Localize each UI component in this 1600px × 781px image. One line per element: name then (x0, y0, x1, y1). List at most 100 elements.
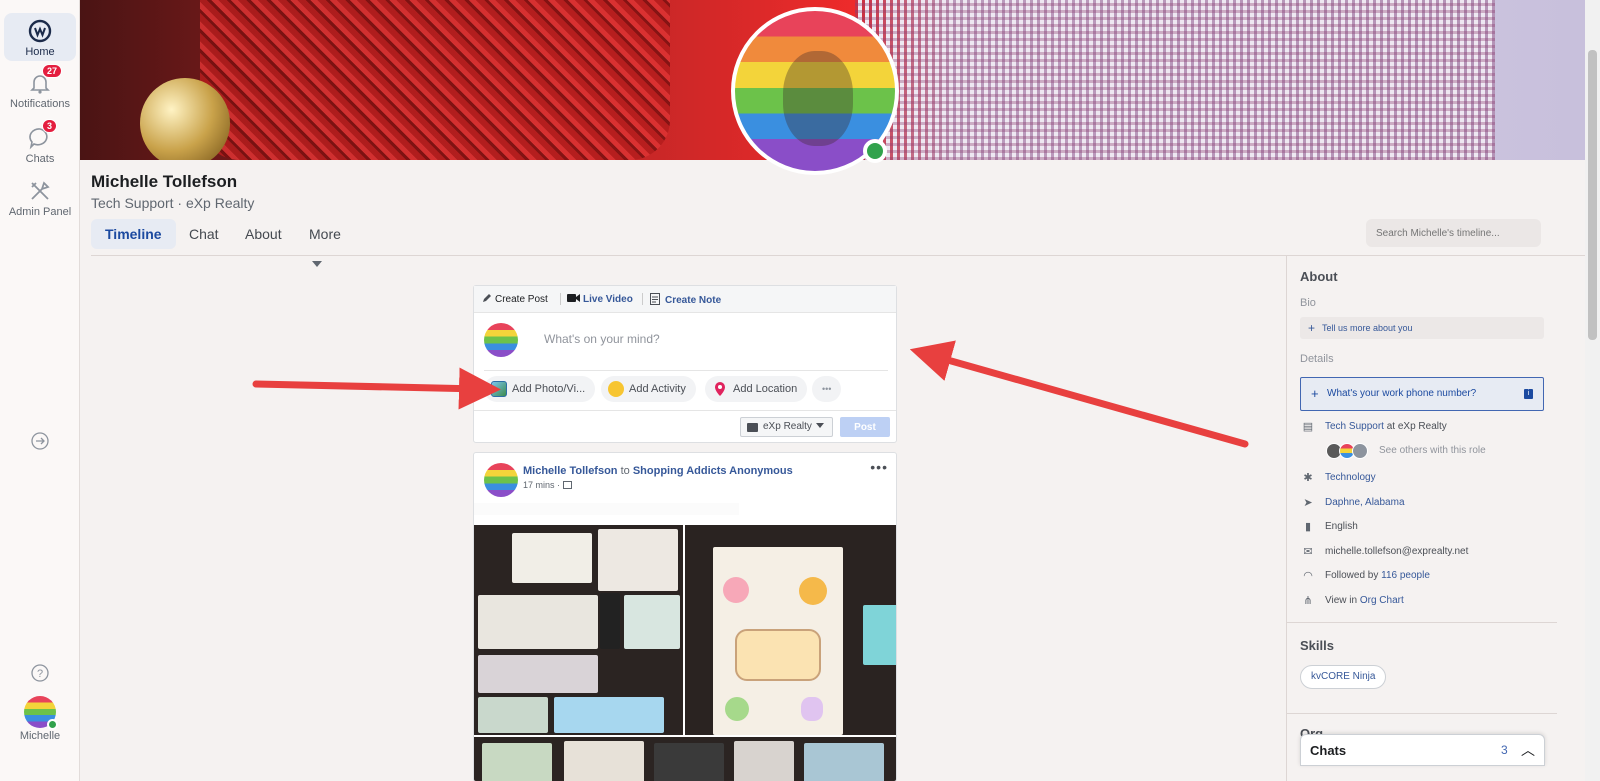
arrow-to-composer (909, 340, 1249, 448)
chats-dock[interactable]: Chats 3 ︿ (1300, 734, 1545, 766)
post-button[interactable]: Post (840, 417, 890, 437)
bell-icon: 27 (27, 64, 63, 96)
create-post-tab[interactable]: Create Post (482, 293, 548, 305)
followers-link[interactable]: 116 people (1381, 570, 1430, 581)
rail-admin-label: Admin Panel (8, 206, 72, 218)
rail-chats[interactable]: 3 Chats (4, 119, 76, 165)
tab-more[interactable]: More (295, 219, 355, 267)
rail-notifications[interactable]: 27 Notifications (4, 64, 76, 110)
caret-down-icon (815, 423, 824, 428)
feed-post: Michelle Tollefson to Shopping Addicts A… (473, 452, 897, 781)
page-scrollbar[interactable] (1585, 0, 1600, 781)
sticker-art (723, 577, 749, 603)
sticker-sheet (512, 533, 592, 583)
post-author-avatar[interactable] (484, 463, 518, 497)
post-photo[interactable] (685, 525, 896, 735)
cover-child-figure (200, 0, 670, 160)
briefcase-icon: ▤ (1302, 421, 1314, 433)
post-composer: Create Post Live Video Create Note What'… (473, 285, 897, 443)
tab-chat[interactable]: Chat (175, 219, 233, 249)
workplace-logo-icon (27, 18, 53, 44)
post-photo[interactable] (474, 737, 896, 781)
rail-home[interactable]: Home (4, 13, 76, 61)
sticker-sheet (564, 741, 644, 781)
sticker-sheet (734, 741, 794, 781)
language-text: English (1325, 521, 1358, 532)
detail-org-chart: ⋔ View in Org Chart (1300, 594, 1404, 608)
location-pin-icon (712, 381, 728, 397)
post-caption-strip (474, 503, 739, 515)
section-divider (1287, 622, 1557, 623)
post-photo[interactable] (474, 525, 683, 735)
add-activity-button[interactable]: Add Activity (601, 376, 696, 402)
composer-header: Create Post Live Video Create Note (474, 286, 896, 313)
live-video-label: Live Video (583, 294, 633, 305)
sticker-sheet (598, 529, 678, 591)
detail-followers: ◠ Followed by 116 people (1300, 569, 1430, 583)
post-author-link[interactable]: Michelle Tollefson (523, 465, 618, 477)
chats-dock-title: Chats (1310, 743, 1347, 758)
bio-label: Bio (1300, 297, 1316, 309)
sticker-sheet (624, 595, 680, 649)
chevron-up-icon[interactable]: ︿ (1521, 740, 1535, 760)
add-photo-label: Add Photo/Vi... (512, 383, 586, 395)
rail-expand[interactable] (4, 430, 76, 452)
composer-more-button[interactable]: ••• (812, 376, 842, 402)
post-header: Michelle Tollefson to Shopping Addicts A… (523, 465, 793, 477)
tab-timeline[interactable]: Timeline (91, 219, 176, 249)
post-options-button[interactable]: ••• (870, 459, 888, 475)
briefcase-icon (747, 423, 758, 432)
composer-text-input[interactable]: What's on your mind? (544, 332, 660, 346)
audience-selector[interactable]: eXp Realty (740, 417, 833, 437)
rail-admin-panel[interactable]: Admin Panel (4, 178, 76, 218)
rss-icon: ◠ (1303, 570, 1313, 582)
plus-icon: + (1311, 386, 1319, 401)
create-note-tab[interactable]: Create Note (650, 293, 721, 306)
tell-us-more-button[interactable]: + Tell us more about you (1300, 317, 1544, 339)
add-photo-video-button[interactable]: Add Photo/Vi... (484, 376, 596, 402)
role-peers-avatars[interactable] (1326, 443, 1376, 459)
email-text[interactable]: michelle.tollefson@exprealty.net (1325, 546, 1468, 557)
post-meta: 17 mins · (523, 480, 572, 490)
arrow-right-circle-icon (27, 430, 53, 456)
tab-about[interactable]: About (231, 219, 296, 249)
chat-bubble-icon: 3 (27, 119, 58, 151)
header-separator (560, 293, 561, 305)
scrollbar-thumb[interactable] (1588, 50, 1597, 340)
profile-name: Michelle Tollefson (91, 172, 238, 191)
sticker-sheet (804, 743, 884, 781)
left-rail: Home 27 Notifications 3 Chats Admin Pane… (0, 0, 80, 781)
add-location-button[interactable]: Add Location (705, 376, 808, 402)
detail-industry: ✱ Technology (1300, 471, 1376, 485)
tools-icon (27, 178, 53, 204)
rail-profile[interactable]: Michelle (4, 696, 76, 746)
peer-avatar (1352, 443, 1368, 459)
sticker-sheet (478, 697, 548, 733)
org-chart-link[interactable]: Org Chart (1360, 595, 1404, 606)
rail-chats-label: Chats (25, 153, 55, 165)
note-icon (650, 293, 660, 305)
notifications-badge: 27 (42, 64, 63, 78)
sticker-package (863, 605, 896, 665)
rail-help[interactable]: ? (4, 662, 76, 684)
detail-location: ➤ Daphne, Alabama (1300, 496, 1405, 510)
see-others-link[interactable]: See others with this role (1379, 445, 1486, 456)
post-group-link[interactable]: Shopping Addicts Anonymous (633, 465, 793, 477)
cover-ornament (140, 78, 230, 160)
industry-link[interactable]: Technology (1325, 472, 1376, 483)
arrow-to-add-photo (252, 367, 501, 410)
chats-dock-count: 3 (1501, 743, 1508, 757)
role-link[interactable]: Tech Support (1325, 421, 1384, 432)
timeline-search-input[interactable] (1366, 219, 1541, 247)
work-phone-prompt[interactable]: + What's your work phone number? i (1300, 377, 1544, 411)
add-location-label: Add Location (733, 383, 798, 395)
photo-icon (491, 381, 507, 397)
post-to-text: to (620, 465, 630, 477)
post-timestamp[interactable]: 17 mins (523, 480, 555, 490)
location-arrow-icon: ➤ (1303, 497, 1313, 509)
rail-home-label: Home (25, 46, 55, 58)
location-link[interactable]: Daphne, Alabama (1325, 497, 1405, 508)
live-video-tab[interactable]: Live Video (567, 293, 633, 305)
speech-icon: ▮ (1304, 521, 1312, 533)
skill-chip[interactable]: kvCORE Ninja (1300, 665, 1387, 689)
